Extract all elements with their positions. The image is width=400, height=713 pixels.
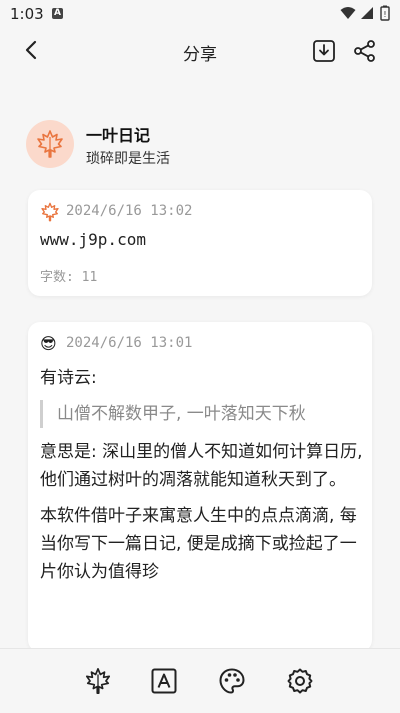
download-icon[interactable] xyxy=(311,38,337,64)
entry-date: 2024/6/16 13:02 xyxy=(66,203,193,219)
entry-paragraph: 有诗云: xyxy=(40,368,97,388)
wifi-icon xyxy=(340,7,356,19)
maple-leaf-icon xyxy=(37,130,63,158)
notification-a-icon: A xyxy=(52,8,63,19)
settings-gear-icon[interactable] xyxy=(286,667,314,695)
leaf-style-icon[interactable] xyxy=(84,667,112,695)
battery-icon: ! xyxy=(380,5,390,21)
top-app-bar: 分享 xyxy=(0,28,400,74)
svg-text:!: ! xyxy=(383,10,386,19)
signal-icon xyxy=(361,7,373,19)
status-bar: 1:03 A ! xyxy=(0,0,400,28)
diary-entry-card[interactable]: 😎 2024/6/16 13:01 有诗云: 山僧不解数甲子, 一叶落知天下秋 … xyxy=(28,322,372,652)
entry-paragraph: 本软件借叶子来寓意人生中的点点滴滴, 每当你写下一篇日记, 便是成摘下或捡起了一… xyxy=(40,506,357,582)
entry-date: 2024/6/16 13:01 xyxy=(66,335,193,351)
maple-leaf-icon xyxy=(41,202,59,222)
entry-quote: 山僧不解数甲子, 一叶落知天下秋 xyxy=(40,400,364,428)
page-title: 分享 xyxy=(183,45,217,65)
entry-body: 有诗云: 山僧不解数甲子, 一叶落知天下秋 意思是: 深山里的僧人不知道如何计算… xyxy=(40,364,364,594)
diary-entry-card[interactable]: 2024/6/16 13:02 www.j9p.com 字数: 11 xyxy=(28,190,372,296)
bottom-toolbar xyxy=(0,648,400,713)
profile-subtitle: 琐碎即是生活 xyxy=(86,151,170,167)
profile-header: 一叶日记 琐碎即是生活 xyxy=(26,120,366,170)
entry-paragraph: 意思是: 深山里的僧人不知道如何计算日历, 他们通过树叶的凋落就能知道秋天到了。 xyxy=(40,442,363,490)
word-count: 字数: 11 xyxy=(40,270,98,285)
share-icon[interactable] xyxy=(352,38,378,64)
font-icon[interactable] xyxy=(150,667,178,695)
profile-name: 一叶日记 xyxy=(86,126,151,145)
avatar xyxy=(26,120,74,168)
palette-icon[interactable] xyxy=(218,667,246,695)
status-time: 1:03 xyxy=(10,5,44,23)
entry-text: www.j9p.com xyxy=(40,230,146,249)
mood-emoji: 😎 xyxy=(40,334,57,353)
